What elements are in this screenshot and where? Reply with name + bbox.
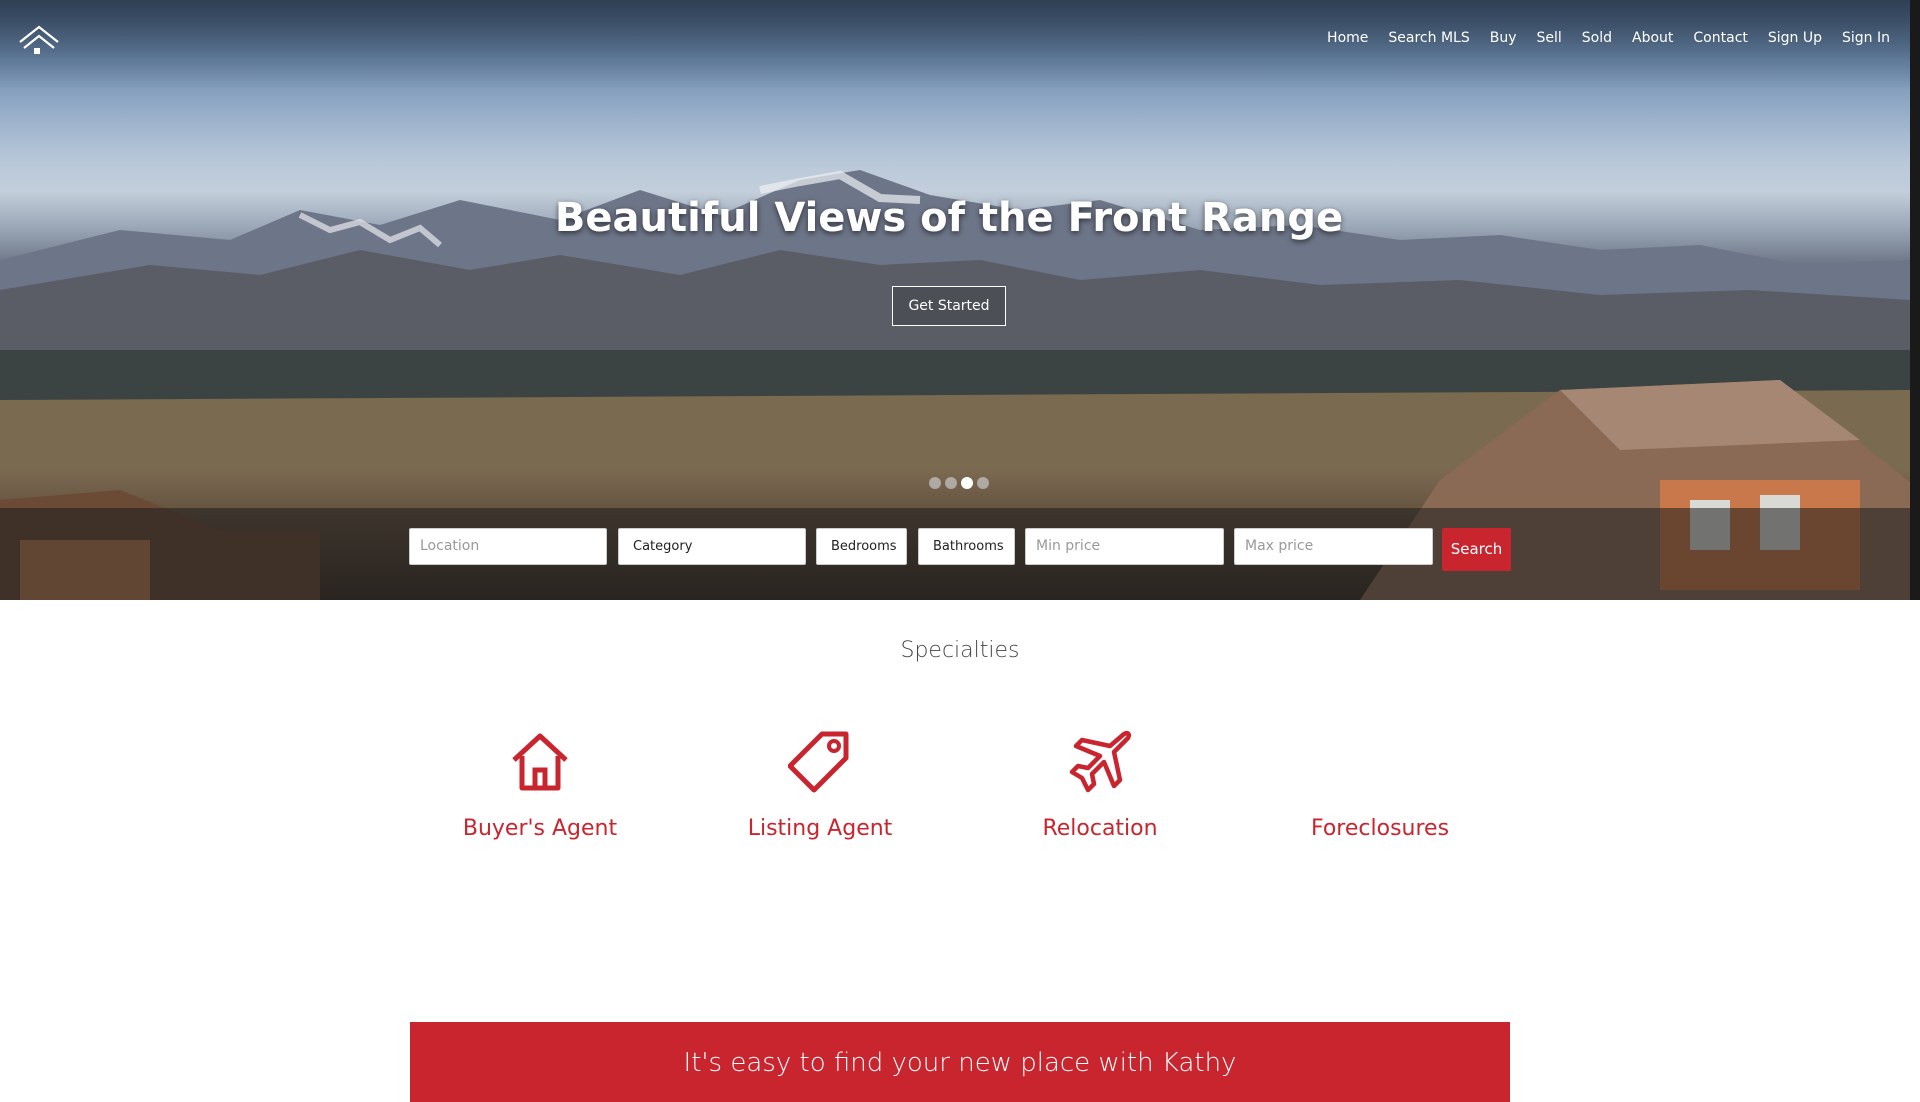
nav-item-sell[interactable]: Sell [1536, 30, 1561, 46]
category-select[interactable]: Category [618, 528, 806, 565]
bedrooms-select[interactable]: Bedrooms [816, 528, 907, 565]
carousel-indicators [929, 477, 989, 489]
nav-item-home[interactable]: Home [1327, 30, 1368, 46]
promo-banner-text: It's easy to find your new place with Ka… [683, 1048, 1237, 1078]
max-price-input[interactable]: Max price [1234, 528, 1433, 565]
hero-title: Beautiful Views of the Front Range [554, 195, 1344, 241]
tag-icon [788, 731, 849, 793]
carousel-dot-1[interactable] [929, 477, 941, 489]
nav-item-search-mls[interactable]: Search MLS [1388, 30, 1469, 46]
nav-item-contact[interactable]: Contact [1693, 30, 1747, 46]
specialty-relocation[interactable]: Relocation [980, 730, 1220, 841]
specialty-label: Listing Agent [747, 816, 893, 841]
specialty-listing-agent[interactable]: Listing Agent [700, 730, 940, 841]
location-input[interactable]: Location [409, 528, 607, 565]
specialty-label: Foreclosures [1310, 816, 1450, 841]
specialty-label: Relocation [1042, 816, 1158, 841]
house-roof-icon[interactable] [18, 24, 60, 56]
bathrooms-select[interactable]: Bathrooms [918, 528, 1015, 565]
specialty-foreclosures[interactable]: Foreclosures [1260, 730, 1500, 841]
nav-item-buy[interactable]: Buy [1490, 30, 1517, 46]
airplane-icon [1069, 730, 1132, 793]
main-nav: Home Search MLS Buy Sell Sold About Cont… [1307, 30, 1890, 46]
house-icon [512, 733, 568, 791]
carousel-dot-2[interactable] [945, 477, 957, 489]
carousel-dot-3[interactable] [961, 477, 973, 489]
scrollbar[interactable] [1910, 0, 1920, 600]
search-button[interactable]: Search [1442, 528, 1511, 571]
nav-item-sold[interactable]: Sold [1582, 30, 1612, 46]
specialties-title: Specialties [900, 638, 1020, 663]
nav-item-sign-in[interactable]: Sign In [1842, 30, 1890, 46]
min-price-input[interactable]: Min price [1025, 528, 1224, 565]
foreclosures-icon-placeholder [1348, 730, 1412, 794]
nav-item-about[interactable]: About [1632, 30, 1673, 46]
specialty-label: Buyer's Agent [462, 816, 618, 841]
hero-banner: Beautiful Views of the Front Range Get S… [0, 0, 1910, 600]
nav-item-sign-up[interactable]: Sign Up [1768, 30, 1822, 46]
get-started-button[interactable]: Get Started [892, 286, 1006, 326]
specialty-buyers-agent[interactable]: Buyer's Agent [420, 730, 660, 841]
carousel-dot-4[interactable] [977, 477, 989, 489]
